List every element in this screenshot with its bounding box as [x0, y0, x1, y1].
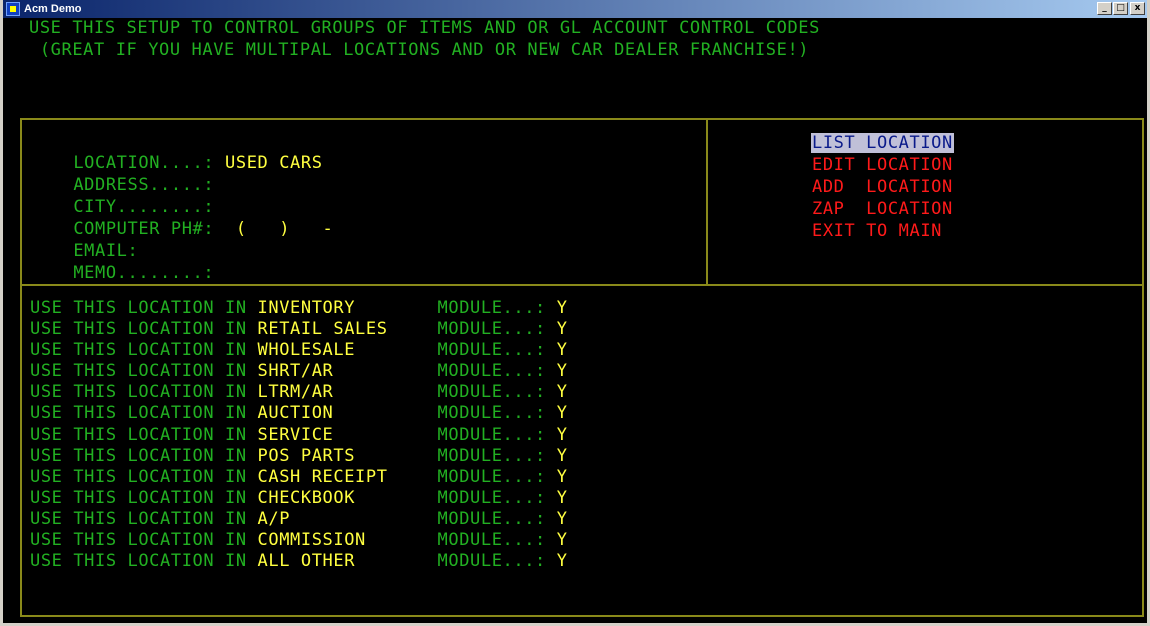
- module-enabled-value[interactable]: Y: [557, 425, 568, 445]
- module-row-suffix: MODULE...:: [437, 508, 546, 529]
- module-enabled-value[interactable]: Y: [557, 488, 568, 508]
- module-row-suffix: MODULE...:: [437, 361, 546, 382]
- title-bar[interactable]: Acm Demo _ □ x: [3, 0, 1147, 18]
- module-enabled-value[interactable]: Y: [557, 298, 568, 318]
- module-row[interactable]: USE THIS LOCATION IN SHRT/AR MODULE...: Y: [30, 361, 568, 382]
- module-row-suffix: MODULE...:: [437, 340, 546, 361]
- module-enabled-value[interactable]: Y: [557, 446, 568, 466]
- menu-exit-to-main[interactable]: EXIT TO MAIN: [811, 221, 943, 241]
- module-row-prefix: USE THIS LOCATION IN: [30, 508, 258, 529]
- module-name: POS PARTS: [257, 445, 356, 466]
- module-row-prefix: USE THIS LOCATION IN: [30, 487, 258, 508]
- window-controls: _ □ x: [1097, 2, 1145, 15]
- header-line-2: (GREAT IF YOU HAVE MULTIPAL LOCATIONS AN…: [29, 40, 809, 60]
- module-row[interactable]: USE THIS LOCATION IN POS PARTS MODULE...:…: [30, 446, 568, 467]
- module-row[interactable]: USE THIS LOCATION IN LTRM/AR MODULE...: Y: [30, 382, 568, 403]
- window-title: Acm Demo: [24, 3, 82, 15]
- module-row-prefix: USE THIS LOCATION IN: [30, 403, 258, 424]
- module-row[interactable]: USE THIS LOCATION IN ALL OTHER MODULE...:…: [30, 551, 568, 572]
- menu-edit-location[interactable]: EDIT LOCATION: [811, 155, 954, 175]
- module-row-suffix: MODULE...:: [437, 445, 546, 466]
- module-row[interactable]: USE THIS LOCATION IN AUCTION MODULE...: Y: [30, 403, 568, 424]
- module-row[interactable]: USE THIS LOCATION IN CHECKBOOK MODULE...:…: [30, 488, 568, 509]
- module-enabled-value[interactable]: Y: [557, 361, 568, 381]
- module-enabled-value[interactable]: Y: [557, 403, 568, 423]
- minimize-button[interactable]: _: [1097, 2, 1112, 15]
- header-line-2-text: (GREAT IF YOU HAVE MULTIPAL LOCATIONS AN…: [39, 40, 810, 60]
- module-row-prefix: USE THIS LOCATION IN: [30, 340, 258, 361]
- module-row-prefix: USE THIS LOCATION IN: [30, 319, 258, 340]
- module-row-prefix: USE THIS LOCATION IN: [30, 298, 258, 318]
- app-icon: [6, 2, 20, 16]
- module-row-prefix: USE THIS LOCATION IN: [30, 445, 258, 466]
- module-enabled-value[interactable]: Y: [557, 319, 568, 339]
- menu-zap-location[interactable]: ZAP LOCATION: [811, 199, 954, 219]
- module-name: A/P: [257, 508, 291, 529]
- module-name: COMMISSION: [257, 530, 366, 551]
- module-enabled-value[interactable]: Y: [557, 530, 568, 550]
- phone-value[interactable]: ( ) -: [236, 219, 334, 239]
- module-row-prefix: USE THIS LOCATION IN: [30, 361, 258, 382]
- module-row-suffix: MODULE...:: [437, 382, 546, 403]
- module-row-suffix: MODULE...:: [437, 298, 546, 318]
- module-enabled-value[interactable]: Y: [557, 382, 568, 402]
- module-row-suffix: MODULE...:: [437, 530, 546, 551]
- module-row-suffix: MODULE...:: [437, 466, 546, 487]
- module-row[interactable]: USE THIS LOCATION IN CASH RECEIPT MODULE.…: [30, 467, 568, 488]
- module-row[interactable]: USE THIS LOCATION IN A/P MODULE...: Y: [30, 509, 568, 530]
- header-line-1: USE THIS SETUP TO CONTROL GROUPS OF ITEM…: [29, 18, 820, 38]
- module-row-suffix: MODULE...:: [437, 487, 546, 508]
- menu-list-location[interactable]: LIST LOCATION: [811, 133, 954, 153]
- module-name: LTRM/AR: [257, 382, 334, 403]
- module-row[interactable]: USE THIS LOCATION IN COMMISSION MODULE...…: [30, 530, 568, 551]
- app-window: Acm Demo _ □ x USE THIS SETUP TO CONTROL…: [0, 0, 1150, 626]
- module-enabled-value[interactable]: Y: [557, 551, 568, 571]
- module-row-suffix: MODULE...:: [437, 403, 546, 424]
- module-row[interactable]: USE THIS LOCATION IN WHOLESALE MODULE...:…: [30, 340, 568, 361]
- memo-field[interactable]: MEMO........:: [30, 243, 214, 303]
- module-row-prefix: USE THIS LOCATION IN: [30, 530, 258, 551]
- module-enabled-value[interactable]: Y: [557, 509, 568, 529]
- module-row-prefix: USE THIS LOCATION IN: [30, 382, 258, 403]
- memo-label: MEMO........:: [73, 263, 215, 283]
- module-row-prefix: USE THIS LOCATION IN: [30, 466, 258, 487]
- module-row-prefix: USE THIS LOCATION IN: [30, 424, 258, 445]
- module-enabled-value[interactable]: Y: [557, 340, 568, 360]
- module-row-prefix: USE THIS LOCATION IN: [30, 551, 258, 572]
- module-row-suffix: MODULE...:: [437, 319, 546, 340]
- module-name: CHECKBOOK: [257, 487, 356, 508]
- module-row[interactable]: USE THIS LOCATION IN SERVICE MODULE...: Y: [30, 425, 568, 446]
- module-name: SHRT/AR: [257, 361, 334, 382]
- module-list: USE THIS LOCATION IN INVENTORY MODULE...:…: [30, 298, 568, 572]
- module-name: RETAIL SALES: [257, 319, 388, 340]
- menu-add-location[interactable]: ADD LOCATION: [811, 177, 954, 197]
- module-name: WHOLESALE: [257, 340, 356, 361]
- module-row-suffix: MODULE...:: [437, 551, 546, 572]
- module-row[interactable]: USE THIS LOCATION IN INVENTORY MODULE...:…: [30, 298, 568, 319]
- location-value[interactable]: USED CARS: [225, 153, 323, 173]
- module-name: SERVICE: [257, 424, 334, 445]
- module-name: CASH RECEIPT: [257, 466, 388, 487]
- module-row-suffix: MODULE...:: [437, 424, 546, 445]
- module-name: ALL OTHER: [257, 551, 356, 572]
- module-name: AUCTION: [257, 403, 334, 424]
- module-enabled-value[interactable]: Y: [557, 467, 568, 487]
- maximize-button[interactable]: □: [1113, 2, 1128, 15]
- close-button[interactable]: x: [1130, 2, 1145, 15]
- module-row[interactable]: USE THIS LOCATION IN RETAIL SALES MODULE.…: [30, 319, 568, 340]
- module-name: INVENTORY: [257, 298, 356, 318]
